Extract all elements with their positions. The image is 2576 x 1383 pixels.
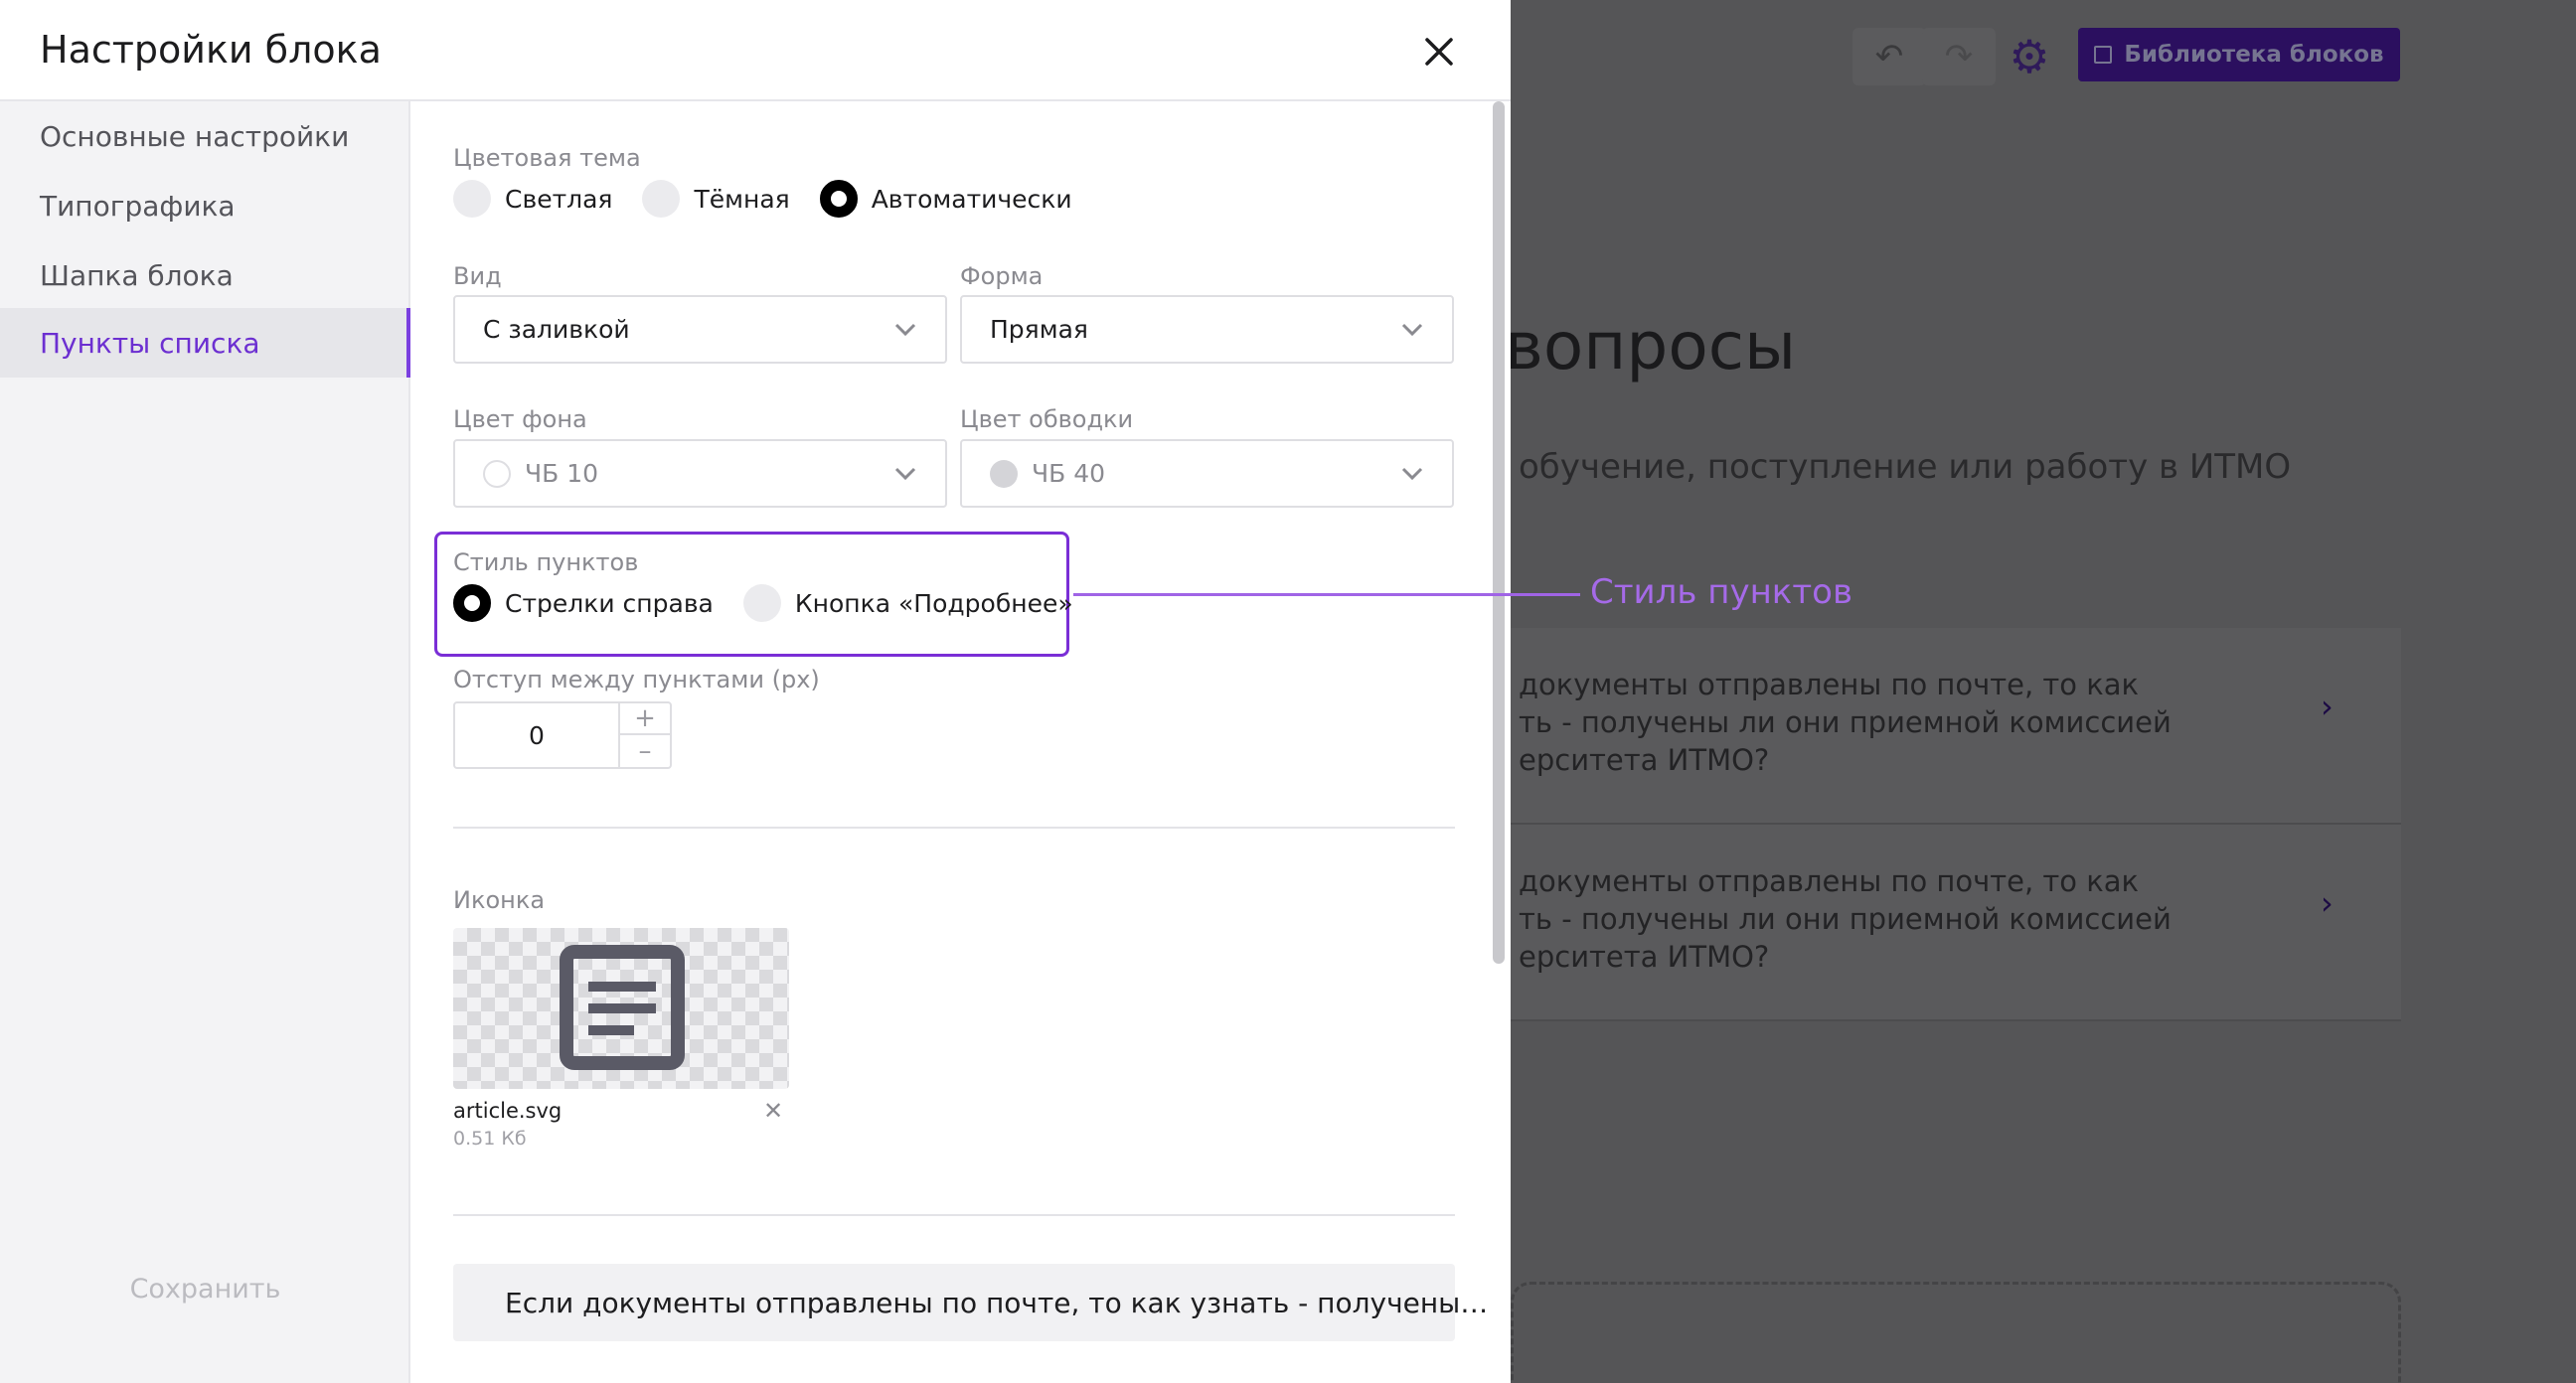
- bg-section-subtitle: обучение, поступление или работу в ИТМО: [1519, 447, 2292, 487]
- radio-dark[interactable]: [642, 180, 681, 218]
- bg-faq-text: документы отправлены по почте, то как ть…: [1519, 668, 2172, 777]
- shape-select-value: Прямая: [990, 315, 1088, 344]
- accordion-title: Если документы отправлены по почте, то к…: [505, 1286, 1489, 1319]
- radio-arrows-right-label[interactable]: Стрелки справа: [505, 589, 714, 618]
- shape-label: Форма: [960, 262, 1044, 290]
- chevron-down-icon: [1401, 467, 1423, 481]
- icon-file-name: article.svg: [453, 1099, 563, 1123]
- spacing-stepper: 0 + –: [453, 701, 672, 769]
- chevron-down-icon: [1401, 323, 1423, 337]
- modal-header: Настройки блока: [0, 0, 1511, 101]
- chevron-right-icon: ›: [2321, 884, 2334, 922]
- view-select[interactable]: С заливкой: [453, 295, 947, 364]
- spacing-input[interactable]: 0: [455, 703, 620, 767]
- border-color-select[interactable]: ЧБ 40: [960, 439, 1454, 508]
- content-scrollbar[interactable]: [1493, 101, 1505, 964]
- bg-color-swatch: [483, 459, 511, 488]
- radio-light-label[interactable]: Светлая: [505, 185, 612, 214]
- bg-faq-item: документы отправлены по почте, то как ть…: [1511, 825, 2401, 1021]
- close-button[interactable]: [1411, 24, 1467, 79]
- gear-icon: ⚙: [2009, 30, 2050, 83]
- radio-auto[interactable]: [819, 180, 858, 218]
- radio-more-button-label[interactable]: Кнопка «Подробнее»: [795, 589, 1073, 618]
- item-style-label: Стиль пунктов: [453, 548, 639, 576]
- border-color-label: Цвет обводки: [960, 405, 1134, 433]
- redo-button[interactable]: ↷: [1922, 28, 1996, 85]
- block-library-button[interactable]: Библиотека блоков: [2078, 28, 2400, 81]
- bg-faq-item: документы отправлены по почте, то как ть…: [1511, 628, 2401, 825]
- chevron-down-icon: [894, 323, 916, 337]
- border-color-value: ЧБ 40: [1032, 459, 1106, 488]
- spacing-label: Отступ между пунктами (px): [453, 666, 820, 693]
- sidebar-item-typography[interactable]: Типографика: [0, 171, 410, 240]
- divider: [453, 1214, 1455, 1216]
- callout-label: Стиль пунктов: [1590, 572, 1852, 612]
- radio-auto-label[interactable]: Автоматически: [872, 185, 1072, 214]
- radio-arrows-right[interactable]: [453, 584, 491, 622]
- image-icon: [2094, 46, 2113, 64]
- sidebar-item-list-items[interactable]: Пункты списка: [0, 308, 410, 378]
- icon-label: Иконка: [453, 886, 546, 914]
- bg-dropzone: [1511, 1282, 2401, 1383]
- background-app: ↶ ↷ ⚙ Библиотека блоков вопросы обучение…: [1511, 0, 2576, 1383]
- undo-button[interactable]: ↶: [1852, 28, 1926, 85]
- shape-select[interactable]: Прямая: [960, 295, 1454, 364]
- close-icon: [1425, 38, 1453, 66]
- view-select-value: С заливкой: [483, 315, 630, 344]
- icon-preview[interactable]: [453, 928, 789, 1089]
- color-theme-label: Цветовая тема: [453, 144, 641, 172]
- bg-color-label: Цвет фона: [453, 405, 587, 433]
- remove-file-button[interactable]: ✕: [763, 1097, 783, 1125]
- undo-icon: ↶: [1874, 37, 1904, 77]
- modal-title: Настройки блока: [40, 28, 382, 72]
- item-style-group: Стрелки справа Кнопка «Подробнее»: [453, 584, 1103, 622]
- bg-faq-text: документы отправлены по почте, то как ть…: [1519, 864, 2172, 974]
- save-button[interactable]: Сохранить: [0, 1274, 410, 1305]
- bg-color-value: ЧБ 10: [525, 459, 599, 488]
- block-settings-modal: Настройки блока Основные настройки Типог…: [0, 0, 1511, 1383]
- block-library-label: Библиотека блоков: [2124, 42, 2384, 68]
- radio-more-button[interactable]: [742, 584, 781, 622]
- chevron-right-icon: ›: [2321, 688, 2334, 725]
- chevron-down-icon: [894, 467, 916, 481]
- radio-dark-label[interactable]: Тёмная: [694, 185, 789, 214]
- color-theme-group: Светлая Тёмная Автоматически: [453, 180, 1102, 218]
- icon-file-size: 0.51 Кб: [453, 1128, 527, 1150]
- bg-section-heading: вопросы: [1511, 308, 1797, 384]
- divider: [453, 827, 1455, 829]
- view-label: Вид: [453, 262, 502, 290]
- redo-icon: ↷: [1944, 37, 1974, 77]
- increment-button[interactable]: +: [620, 703, 670, 735]
- close-icon: ✕: [763, 1097, 784, 1125]
- article-icon: [560, 945, 685, 1070]
- bg-color-select[interactable]: ЧБ 10: [453, 439, 947, 508]
- sidebar-item-block-header[interactable]: Шапка блока: [0, 240, 410, 310]
- settings-sidebar: Основные настройки Типографика Шапка бло…: [0, 101, 410, 1383]
- list-item-accordion[interactable]: Если документы отправлены по почте, то к…: [453, 1264, 1488, 1341]
- settings-button[interactable]: ⚙: [1996, 28, 2063, 85]
- callout-line: [1073, 593, 1580, 596]
- sidebar-item-basic-settings[interactable]: Основные настройки: [0, 101, 410, 171]
- decrement-button[interactable]: –: [620, 735, 670, 767]
- radio-light[interactable]: [453, 180, 491, 218]
- border-color-swatch: [990, 459, 1018, 488]
